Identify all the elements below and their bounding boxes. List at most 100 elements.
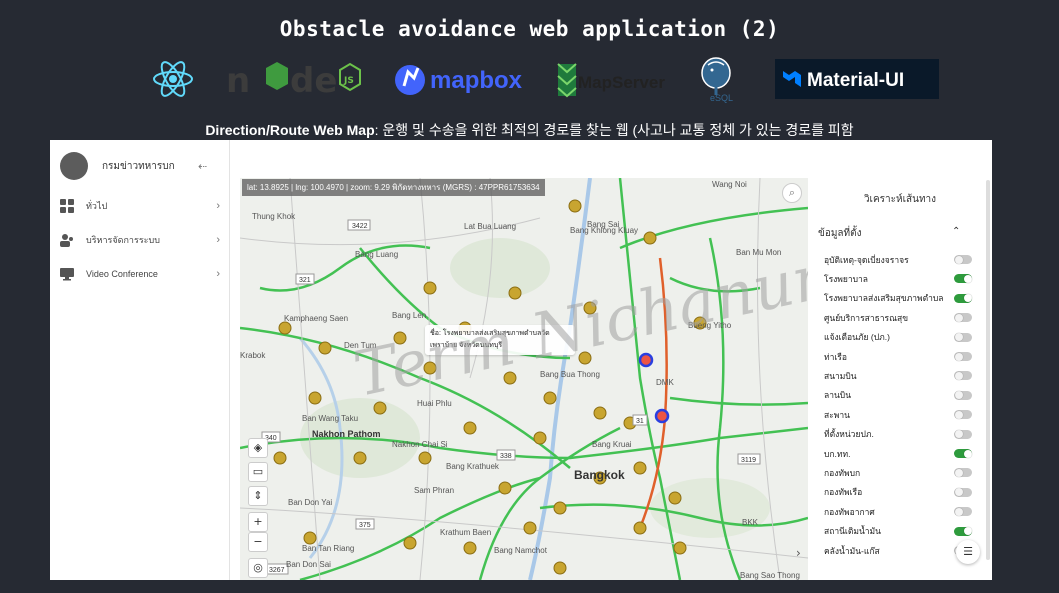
- layer-label: กองทัพอากาศ: [824, 506, 875, 517]
- sidebar-item-general[interactable]: ทั่วไป ›: [60, 196, 220, 216]
- map-search-icon[interactable]: ⌕: [782, 183, 802, 203]
- sidebar-item-admin[interactable]: บริหารจัดการระบบ ›: [60, 230, 220, 250]
- settings-sliders-icon[interactable]: ☰: [956, 540, 980, 564]
- map-roads-layer: 3422 321 340 338 375 3119 31 3267: [240, 178, 808, 580]
- place-label: Den Tum: [344, 341, 377, 350]
- layer-toggle[interactable]: [954, 390, 972, 400]
- collapse-icon[interactable]: ⇠: [198, 160, 207, 173]
- map-canvas[interactable]: 3422 321 340 338 375 3119 31 3267 lat: 1…: [240, 178, 808, 580]
- tech-logos: n de JS mapbox MapServer eSQL Material-U…: [0, 55, 1059, 105]
- layer-toggle[interactable]: [954, 371, 972, 381]
- airport-label: DMK: [656, 378, 674, 387]
- react-logo: [150, 55, 196, 103]
- mapbox-logo: mapbox: [394, 55, 530, 103]
- layer-row[interactable]: ท่าเรือ: [824, 347, 972, 366]
- layer-label: ศูนย์บริการสาธารณสุข: [824, 312, 909, 323]
- app-window: กรมข่าวทหารบก ⇠ ทั่วไป › บริหารจัดการระบ…: [50, 140, 992, 580]
- layer-row[interactable]: ศูนย์บริการสาธารณสุข: [824, 308, 972, 327]
- sidebar-item-video-conference[interactable]: Video Conference ›: [60, 264, 220, 284]
- place-label: Ban Don Yai: [288, 498, 333, 507]
- avatar[interactable]: [60, 152, 88, 180]
- layer-toggle[interactable]: [954, 332, 972, 342]
- layer-toggle[interactable]: [954, 255, 972, 264]
- layer-label: คลังน้ำมัน-แก๊ส: [824, 545, 880, 556]
- layer-row[interactable]: กองทัพบก: [824, 463, 972, 482]
- layer-toggle[interactable]: [954, 293, 972, 303]
- layer-row[interactable]: โรงพยาบาลส่งเสริมสุขภาพตำบล: [824, 289, 972, 308]
- svg-text:de: de: [290, 61, 337, 101]
- place-label: Lat Bua Luang: [464, 222, 517, 231]
- layer-toggle[interactable]: [954, 274, 972, 284]
- layer-row[interactable]: กองทัพอากาศ: [824, 502, 972, 521]
- locate-icon[interactable]: ◎: [248, 558, 268, 578]
- place-label: Bang Len: [392, 311, 427, 320]
- svg-text:n: n: [226, 61, 250, 101]
- svg-text:3422: 3422: [352, 223, 368, 230]
- layer-label: กองทัพเรือ: [824, 487, 863, 498]
- place-label: Bang Namchot: [494, 546, 547, 555]
- sidebar-item-label: ทั่วไป: [86, 201, 108, 211]
- layer-toggle[interactable]: [954, 449, 972, 458]
- layer-toggle[interactable]: [954, 410, 972, 420]
- layer-label: ที่ตั้งหน่วยปภ.: [824, 429, 874, 440]
- caption-en: Direction/Route Web Map: [205, 122, 375, 138]
- sidebar-item-label: Video Conference: [86, 269, 158, 279]
- layer-toggle[interactable]: [954, 313, 972, 323]
- layers-icon[interactable]: ◈: [248, 438, 268, 458]
- panel-toggle-icon[interactable]: ›: [796, 546, 801, 560]
- place-label: Bangkok: [574, 468, 625, 482]
- layer-toggle[interactable]: [954, 526, 972, 536]
- layer-toggle[interactable]: [954, 507, 972, 517]
- place-label: Wang Noi: [712, 180, 747, 189]
- layer-row[interactable]: อุบัติเหตุ-จุดเบี่ยงจราจร: [824, 250, 972, 269]
- layer-row[interactable]: กองทัพเรือ: [824, 483, 972, 502]
- place-label: Thung Khok: [252, 212, 296, 221]
- layer-row[interactable]: สะพาน: [824, 405, 972, 424]
- chevron-up-icon[interactable]: ⌃: [952, 226, 960, 237]
- layer-label: สนามบิน: [824, 370, 857, 381]
- org-name: กรมข่าวทหารบก: [102, 160, 175, 172]
- layer-toggle[interactable]: [954, 487, 972, 497]
- popup-line: เพราบ้าย จังหวัดนนทบุรี: [430, 342, 503, 349]
- svg-text:375: 375: [359, 522, 371, 529]
- place-label: Kamphaeng Saen: [284, 314, 349, 323]
- zoom-out-button[interactable]: −: [248, 532, 268, 552]
- layer-toggle[interactable]: [954, 352, 972, 361]
- chevron-right-icon: ›: [216, 268, 220, 280]
- place-label: Nakhon Chai Si: [392, 440, 448, 449]
- ruler-icon[interactable]: ▭: [248, 462, 268, 482]
- place-label: Bang Khlong Kluay: [570, 226, 639, 235]
- layer-toggle[interactable]: [954, 429, 972, 439]
- layer-row[interactable]: ที่ตั้งหน่วยปภ.: [824, 425, 972, 444]
- layer-label: แจ้งเตือนภัย (ปภ.): [824, 332, 890, 343]
- layer-label: สถานีเติมน้ำมัน: [824, 526, 881, 537]
- compass-icon[interactable]: ⇕: [248, 486, 268, 506]
- scrollbar[interactable]: [986, 180, 990, 560]
- postgresql-logo: eSQL: [694, 55, 746, 103]
- panel-title: วิเคราะห์เส้นทาง: [863, 194, 937, 205]
- layer-row[interactable]: สนามบิน: [824, 366, 972, 385]
- section-header[interactable]: ข้อมูลที่ตั้ง: [818, 226, 968, 241]
- layer-row[interactable]: คลังน้ำมัน-แก๊ส: [824, 541, 972, 560]
- layer-row[interactable]: บก.ทท.: [824, 444, 972, 463]
- material-ui-logo: Material-UI: [775, 55, 939, 103]
- place-label: Krathum Baen: [440, 528, 492, 537]
- layer-row[interactable]: โรงพยาบาล: [824, 269, 972, 288]
- place-label: Bang Sao Thong: [740, 571, 800, 580]
- layer-label: ท่าเรือ: [824, 351, 847, 362]
- layer-row[interactable]: แจ้งเตือนภัย (ปภ.): [824, 328, 972, 347]
- svg-text:eSQL: eSQL: [710, 93, 733, 103]
- svg-text:JS: JS: [343, 76, 354, 86]
- grid-icon: [60, 199, 74, 213]
- layer-row[interactable]: สถานีเติมน้ำมัน: [824, 522, 972, 541]
- layer-row[interactable]: ลานบิน: [824, 386, 972, 405]
- zoom-in-button[interactable]: +: [248, 512, 268, 532]
- layer-toggle[interactable]: [954, 468, 972, 478]
- page-caption: Direction/Route Web Map: 운행 및 수송을 위한 최적의…: [0, 120, 1059, 140]
- place-label: Bang Krathuek: [446, 462, 499, 471]
- place-label: Bang Bua Thong: [540, 370, 600, 379]
- layer-label: บก.ทท.: [824, 448, 851, 459]
- place-label: Ban Mu Mon: [736, 248, 782, 257]
- place-label: Nakhon Pathom: [312, 429, 381, 439]
- place-label: Bang Luang: [355, 250, 399, 259]
